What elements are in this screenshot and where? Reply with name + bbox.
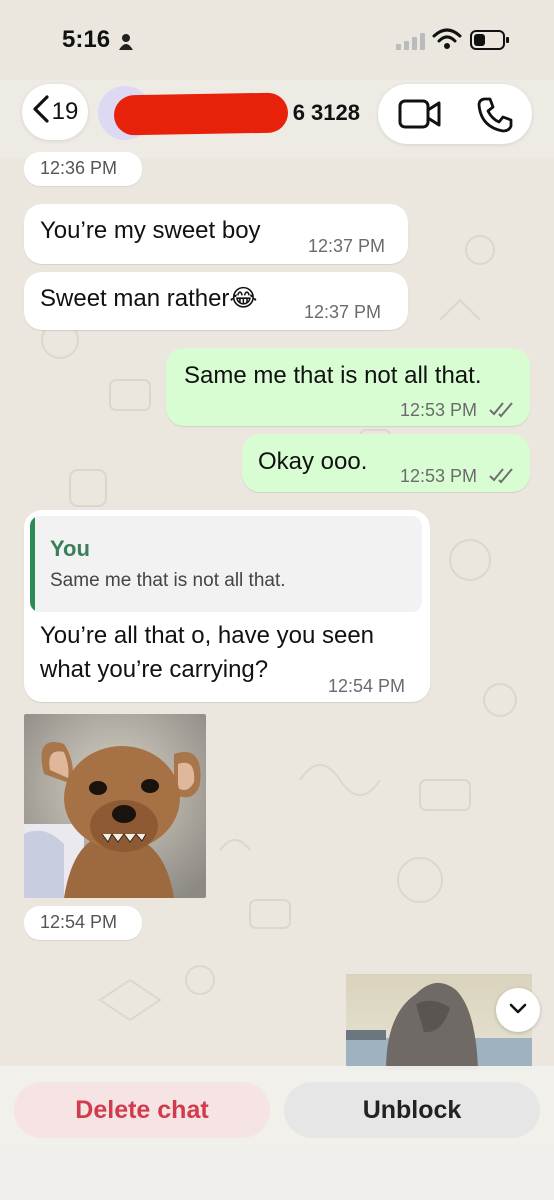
battery-icon [470, 30, 509, 50]
reply-author: You [50, 536, 90, 561]
person-icon [119, 34, 133, 50]
status-time: 5:16 [62, 26, 111, 53]
delete-chat-button[interactable]: Delete chat [14, 1082, 270, 1138]
reply-text: Same me that is not all that. [50, 570, 286, 591]
message-text: You’re all that o, have you seen [40, 622, 375, 649]
message-time: 12:53 PM [400, 466, 478, 486]
image-message-dog[interactable] [24, 714, 206, 898]
redaction-mark [113, 92, 289, 136]
message-time: 12:37 PM [308, 236, 386, 256]
image-time-chip: 12:54 PM [24, 906, 142, 940]
unblock-button[interactable]: Unblock [284, 1082, 540, 1138]
phone-icon[interactable] [476, 96, 514, 134]
unread-count: 19 [51, 98, 79, 125]
message-text: Same me that is not all that. [184, 362, 482, 389]
message-text: what you’re carrying? [40, 656, 269, 683]
wifi-icon [432, 28, 462, 49]
signal-icon [396, 33, 425, 50]
message-time: 12:54 PM [328, 676, 406, 696]
message-time: 12:53 PM [400, 400, 478, 420]
message-bubble-outgoing[interactable]: Same me that is not all that. 12:53 PM [166, 348, 530, 426]
double-check-icon [489, 468, 513, 484]
reply-quote[interactable]: You Same me that is not all that. [30, 516, 422, 612]
chevron-left-icon [32, 95, 50, 129]
chevron-down-icon [509, 1003, 527, 1014]
message-bubble-incoming[interactable]: You’re my sweet boy 12:37 PM [24, 204, 408, 264]
message-bubble-outgoing[interactable]: Okay ooo. 12:53 PM [242, 434, 530, 492]
message-text: Sweet man rather😂 [40, 285, 258, 312]
message-time: 12:37 PM [304, 302, 382, 322]
message-bubble-incoming[interactable]: Sweet man rather😂 12:37 PM [24, 272, 408, 330]
message-text: You’re my sweet boy [40, 217, 261, 244]
status-bar: 5:16 [0, 0, 554, 80]
date-chip: 12:36 PM [24, 152, 142, 186]
back-button[interactable]: 19 [22, 84, 88, 140]
double-check-icon [489, 402, 513, 418]
reply-accent-bar [30, 516, 35, 612]
video-camera-icon[interactable] [398, 98, 442, 130]
scroll-down-button[interactable] [496, 988, 540, 1032]
message-text: Okay ooo. [258, 448, 368, 475]
